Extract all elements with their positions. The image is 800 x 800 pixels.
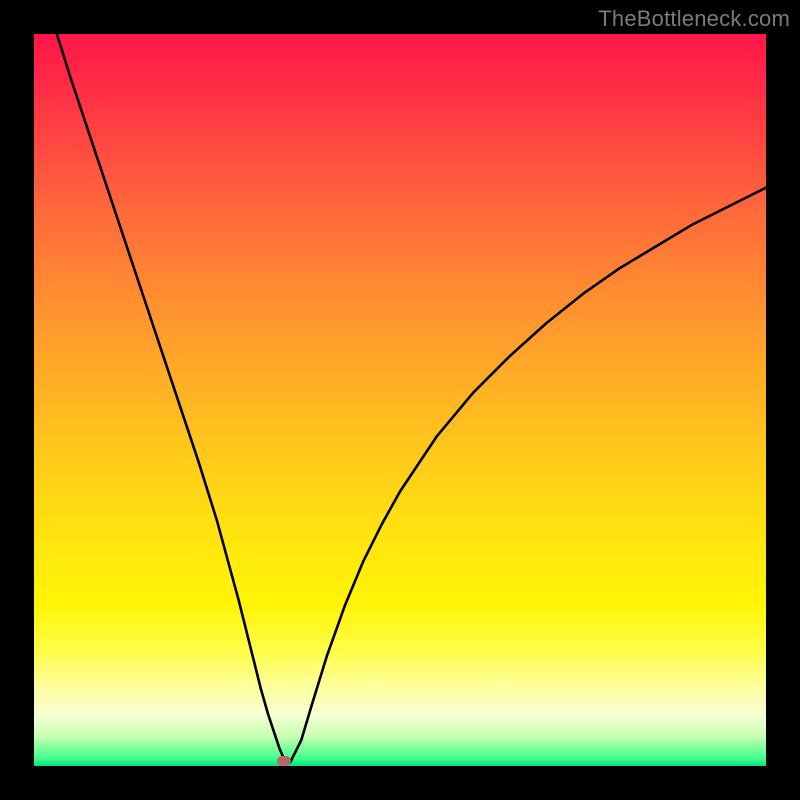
minimum-marker (277, 756, 291, 766)
chart-frame: TheBottleneck.com (0, 0, 800, 800)
watermark-text: TheBottleneck.com (598, 6, 790, 32)
bottleneck-curve (34, 34, 766, 766)
plot-area (34, 34, 766, 766)
